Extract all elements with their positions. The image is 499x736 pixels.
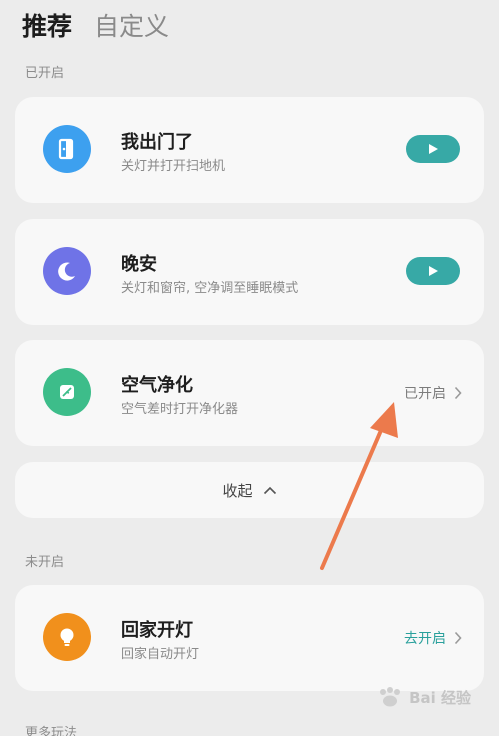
scene-card-leave-home[interactable]: 我出门了 关灯并打开扫地机 bbox=[15, 97, 484, 203]
leaf-icon bbox=[43, 368, 91, 416]
section-label-enabled: 已开启 bbox=[25, 66, 65, 81]
scene-card-home-lights[interactable]: 回家开灯 回家自动开灯 去开启 bbox=[15, 585, 484, 691]
play-icon bbox=[429, 144, 438, 154]
tab-custom[interactable]: 自定义 bbox=[94, 10, 169, 44]
status-enabled-label: 已开启 bbox=[404, 386, 446, 402]
section-label-more: 更多玩法 bbox=[25, 726, 78, 736]
watermark: Bai 经验 bbox=[375, 686, 471, 708]
scene-title: 我出门了 bbox=[121, 132, 193, 153]
chevron-right-icon bbox=[454, 631, 462, 645]
scene-subtitle: 关灯并打开扫地机 bbox=[121, 159, 226, 174]
scene-subtitle: 回家自动开灯 bbox=[121, 647, 200, 662]
baidu-paw-icon bbox=[380, 687, 401, 707]
moon-icon bbox=[43, 247, 91, 295]
section-label-disabled: 未开启 bbox=[25, 555, 65, 570]
watermark-text: Bai 经验 bbox=[409, 688, 471, 707]
scene-card-air-purify[interactable]: 空气净化 空气差时打开净化器 已开启 bbox=[15, 340, 484, 446]
scene-card-good-night[interactable]: 晚安 关灯和窗帘, 空净调至睡眠模式 bbox=[15, 219, 484, 325]
run-scene-button[interactable] bbox=[406, 135, 460, 163]
scene-subtitle: 空气差时打开净化器 bbox=[121, 402, 239, 417]
tab-bar: 推荐 自定义 bbox=[22, 10, 169, 44]
scene-subtitle: 关灯和窗帘, 空净调至睡眠模式 bbox=[121, 281, 299, 296]
scene-title: 回家开灯 bbox=[121, 620, 193, 641]
scene-title: 晚安 bbox=[121, 254, 157, 275]
collapse-button[interactable]: 收起 bbox=[15, 462, 484, 518]
run-scene-button[interactable] bbox=[406, 257, 460, 285]
collapse-label: 收起 bbox=[222, 481, 253, 500]
chevron-up-icon bbox=[263, 486, 276, 494]
scene-title: 空气净化 bbox=[121, 375, 193, 396]
tab-recommended[interactable]: 推荐 bbox=[22, 10, 72, 44]
lightbulb-icon bbox=[43, 613, 91, 661]
chevron-right-icon bbox=[454, 386, 462, 400]
door-exit-icon bbox=[43, 125, 91, 173]
scene-status[interactable]: 已开启 bbox=[404, 383, 462, 403]
play-icon bbox=[429, 266, 438, 276]
status-enable-label: 去开启 bbox=[404, 631, 446, 647]
enable-scene-link[interactable]: 去开启 bbox=[404, 628, 462, 648]
